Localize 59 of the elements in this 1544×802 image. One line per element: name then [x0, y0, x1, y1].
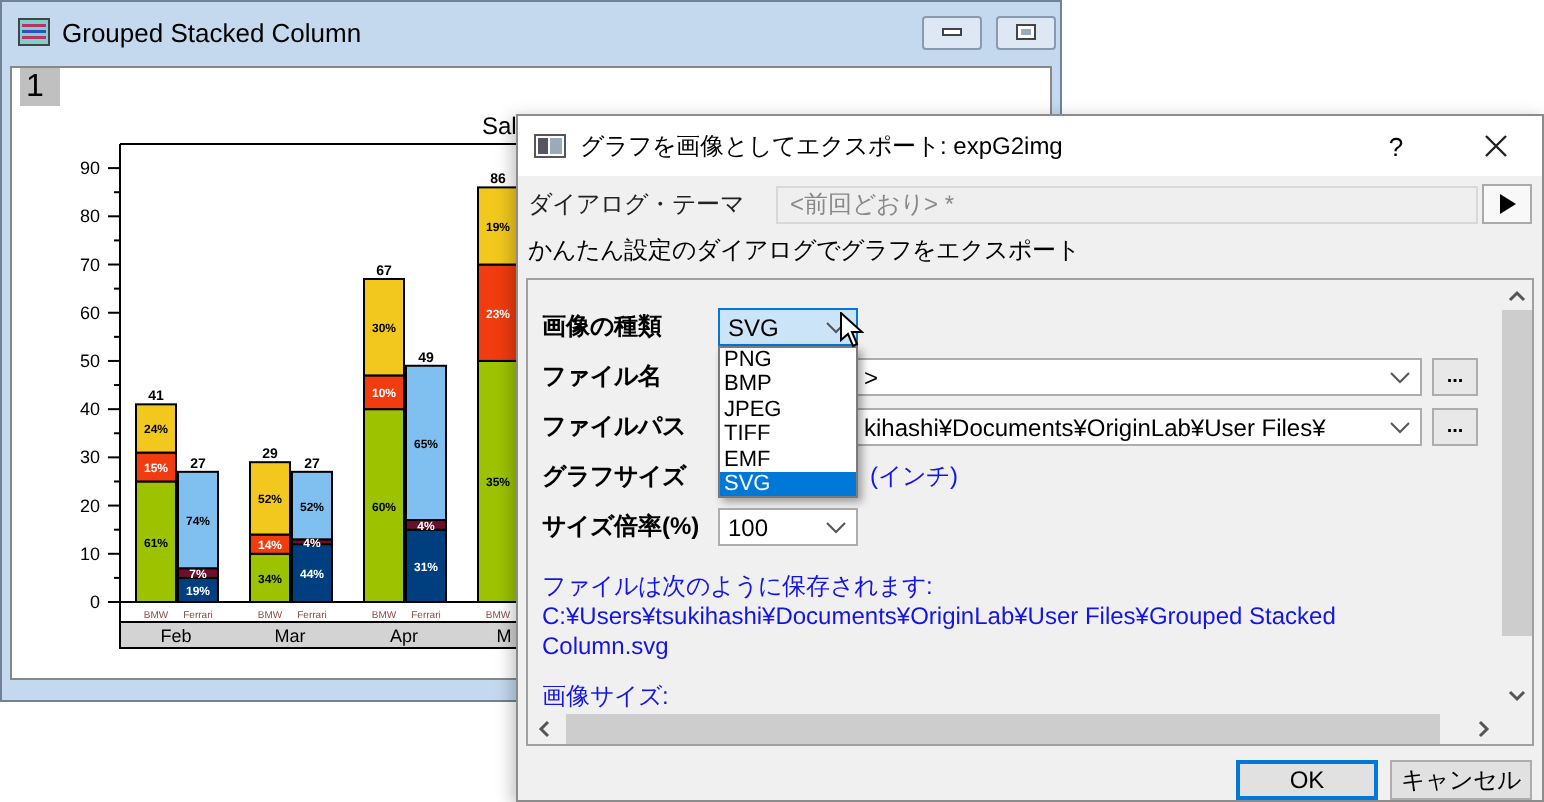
dialog-description: かんたん設定のダイアログでグラフをエクスポート — [526, 234, 1082, 268]
field-label: ファイル名 — [542, 360, 664, 394]
axis-label: 90 — [79, 158, 100, 179]
axis-label: 40 — [79, 399, 100, 420]
axis-label: 80 — [79, 206, 100, 227]
axis-label: 50 — [79, 350, 100, 371]
scroll-left-icon — [538, 719, 550, 737]
axis-label: 60 — [79, 302, 100, 323]
browse-button[interactable]: ... — [1432, 408, 1478, 446]
save-path: C:¥Users¥tsukihashi¥Documents¥OriginLab¥User Files¥Grouped Stacked — [542, 602, 1338, 632]
chevron-icon — [1390, 422, 1410, 434]
axis-label: 30 — [79, 447, 100, 468]
field-label: ファイルパス — [542, 410, 688, 444]
chart-title: Sal — [482, 112, 517, 140]
dialog-icon — [534, 134, 566, 158]
save-path: Column.svg — [542, 632, 671, 662]
scroll-up-icon — [1507, 290, 1525, 302]
graph-icon — [18, 18, 50, 46]
month-label: Feb — [160, 626, 192, 646]
maximize-button[interactable] — [996, 15, 1056, 49]
axis-label: 20 — [79, 495, 100, 516]
theme-menu-button[interactable] — [1482, 184, 1532, 224]
dialog-title: グラフを画像としてエクスポート: expG2img — [580, 129, 1063, 163]
help-button[interactable]: ? — [1356, 116, 1436, 176]
dialog-button[interactable]: キャンセル — [1390, 760, 1532, 800]
chevron-icon — [826, 322, 846, 334]
axis-label: 70 — [79, 254, 100, 275]
theme-field: <前回どおり> * — [776, 185, 1478, 223]
axis-label: 10 — [79, 543, 100, 564]
image-size-label: 画像サイズ: — [542, 682, 671, 712]
browse-button[interactable]: ... — [1432, 358, 1478, 396]
dropdown-option[interactable]: TIFF — [720, 422, 856, 448]
layer-tab[interactable]: 1 — [20, 68, 60, 106]
dropdown-option[interactable]: EMF — [720, 447, 856, 472]
scroll-right-icon — [1478, 719, 1490, 737]
unit-text: (インチ) — [870, 460, 958, 494]
window-title: Grouped Stacked Column — [62, 17, 362, 47]
save-note: ファイルは次のように保存されます: — [542, 572, 935, 602]
month-label: Mar — [274, 626, 306, 646]
dropdown-option[interactable]: BMP — [720, 372, 856, 398]
field-label: 画像の種類 — [542, 310, 664, 344]
field-label: グラフサイズ — [542, 460, 689, 494]
chevron-icon — [1390, 372, 1410, 384]
scale-dropdown[interactable]: 100 — [718, 508, 858, 546]
play-icon — [1499, 194, 1515, 214]
month-label: Apr — [390, 626, 418, 646]
maximize-icon — [1016, 24, 1036, 40]
close-icon — [1484, 134, 1508, 158]
minimize-button[interactable] — [922, 15, 982, 49]
theme-label: ダイアログ・テーマ — [528, 187, 746, 221]
chevron-icon — [826, 522, 846, 534]
field-label: サイズ倍率(%) — [542, 510, 702, 544]
image-type-dropdown[interactable]: SVG — [718, 308, 858, 346]
axis-label: 0 — [89, 592, 100, 612]
scroll-down-icon — [1507, 690, 1525, 702]
month-label: M — [496, 626, 512, 646]
dropdown-option[interactable]: SVG — [720, 471, 856, 497]
minimize-icon — [942, 28, 962, 36]
dialog-button[interactable]: OK — [1236, 760, 1378, 800]
